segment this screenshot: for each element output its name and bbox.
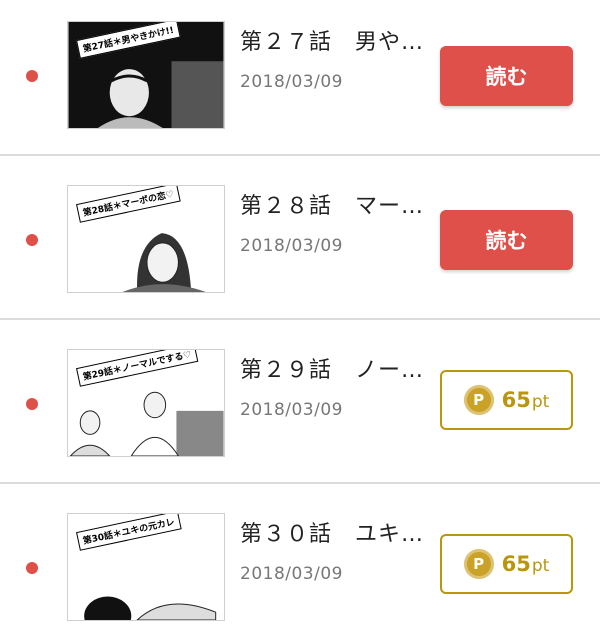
episode-row[interactable]: 第27話＊男やきかけ!! 第２７話 男や… 2018/03/09 読む [0,0,600,156]
buy-points-button[interactable]: P 65pt [440,370,573,430]
point-unit: pt [531,556,550,576]
episode-thumbnail[interactable]: 第30話＊ユキの元カレ [67,513,225,621]
unread-dot [26,70,38,82]
read-button[interactable]: 読む [440,46,573,106]
buy-points-button[interactable]: P 65pt [440,534,573,594]
episode-date: 2018/03/09 [240,564,343,584]
point-coin-icon: P [463,549,494,579]
episode-thumbnail[interactable]: 第27話＊男やきかけ!! [67,21,225,129]
episode-row[interactable]: 第28話＊マーボの恋♡ 第２８話 マー… 2018/03/09 読む [0,158,600,320]
episode-row[interactable]: 第30話＊ユキの元カレ 第３０話 ユキ… 2018/03/09 P 65pt [0,486,600,627]
episode-thumbnail[interactable]: 第28話＊マーボの恋♡ [67,185,225,293]
episode-row[interactable]: 第29話＊ノーマルでする♡ 第２９話 ノー… 2018/03/09 P 65pt [0,322,600,484]
read-button[interactable]: 読む [440,210,573,270]
episode-thumbnail[interactable]: 第29話＊ノーマルでする♡ [67,349,225,457]
point-price: 65pt [502,552,550,576]
unread-dot [26,398,38,410]
episode-title[interactable]: 第２８話 マー… [240,188,425,220]
unread-dot [26,234,38,246]
episode-title[interactable]: 第３０話 ユキ… [240,516,425,548]
point-price: 65pt [502,388,550,412]
episode-title[interactable]: 第２７話 男や… [240,24,425,56]
episode-date: 2018/03/09 [240,400,343,420]
point-coin-icon: P [463,385,494,415]
point-unit: pt [531,392,550,412]
episode-title[interactable]: 第２９話 ノー… [240,352,425,384]
episode-list: 第27話＊男やきかけ!! 第２７話 男や… 2018/03/09 読む 第28話… [0,0,600,627]
point-amount: 65 [501,552,531,576]
episode-date: 2018/03/09 [240,72,343,92]
episode-date: 2018/03/09 [240,236,343,256]
point-amount: 65 [501,388,531,412]
unread-dot [26,562,38,574]
